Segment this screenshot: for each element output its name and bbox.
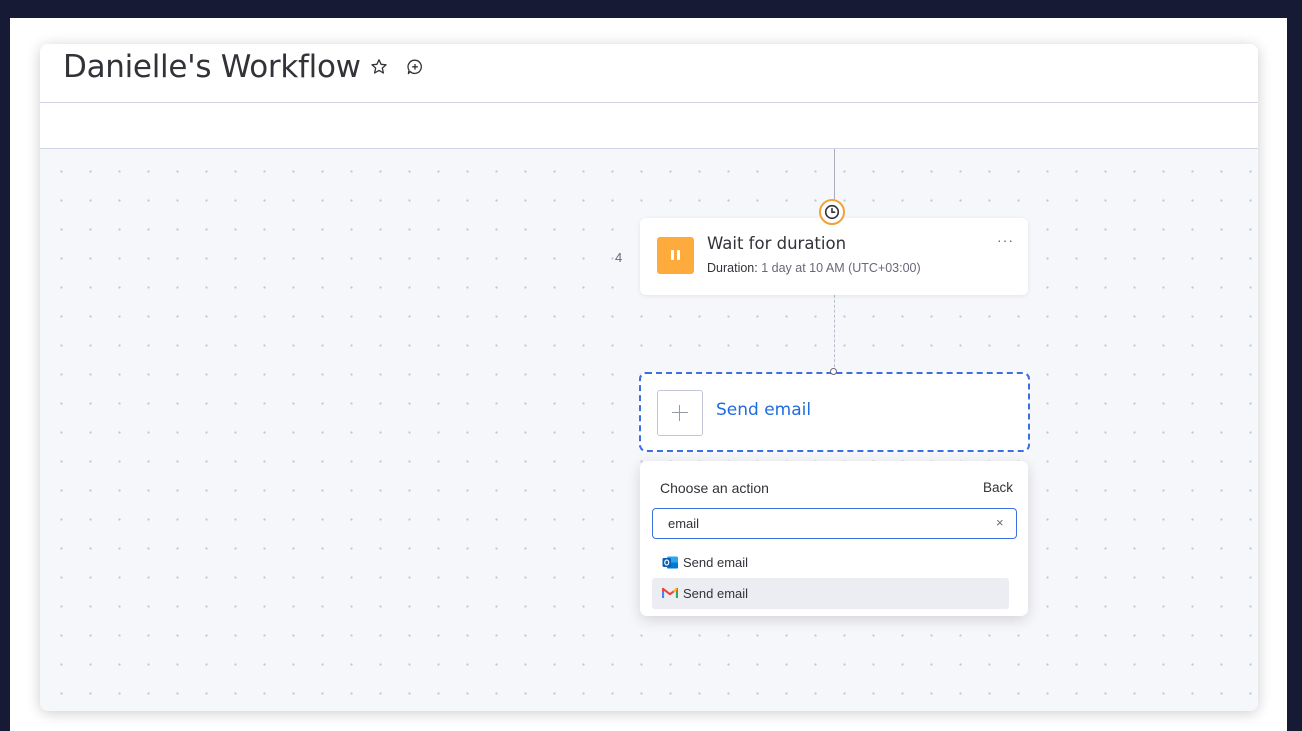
more-options-button[interactable]: ··· <box>997 232 1014 248</box>
step-title: Wait for duration <box>707 234 847 253</box>
duration-value: 1 day at 10 AM (UTC+03:00) <box>761 261 921 275</box>
clock-icon <box>819 199 845 225</box>
step-duration: Duration: 1 day at 10 AM (UTC+03:00) <box>707 261 921 275</box>
page-title: Danielle's Workflow <box>63 49 361 85</box>
chat-plus-icon[interactable] <box>405 57 425 77</box>
action-picker-title: Choose an action <box>660 480 769 496</box>
connector-line <box>834 149 835 201</box>
gmail-icon <box>661 586 679 600</box>
workflow-header: Danielle's Workflow <box>40 44 1258 103</box>
plus-icon[interactable] <box>657 390 703 436</box>
toolbar-area <box>40 103 1258 149</box>
clear-search-button[interactable]: × <box>996 515 1004 530</box>
duration-label: Duration: <box>707 261 758 275</box>
pending-action-label: Send email <box>716 400 812 420</box>
workflow-window: Danielle's Workflow 4 Wait for duration … <box>40 44 1258 711</box>
page-background: Danielle's Workflow 4 Wait for duration … <box>10 18 1287 731</box>
step-number: 4 <box>615 250 623 265</box>
action-option-label: Send email <box>683 586 749 601</box>
action-option-label: Send email <box>683 555 749 570</box>
outlook-icon <box>662 555 678 569</box>
back-button[interactable]: Back <box>983 480 1013 495</box>
star-outline-icon[interactable] <box>369 57 389 77</box>
pending-action-card[interactable]: Send email <box>639 372 1030 452</box>
wait-step-card[interactable]: Wait for duration Duration: 1 day at 10 … <box>640 218 1028 295</box>
action-option-outlook[interactable]: Send email <box>652 547 1009 578</box>
dashed-connector <box>834 295 835 372</box>
action-picker-dropdown: Choose an action Back × Send email <box>640 461 1028 616</box>
pause-icon <box>657 237 694 274</box>
connector-dot <box>830 368 837 375</box>
action-search-input[interactable] <box>652 508 1017 539</box>
action-option-gmail[interactable]: Send email <box>652 578 1009 609</box>
